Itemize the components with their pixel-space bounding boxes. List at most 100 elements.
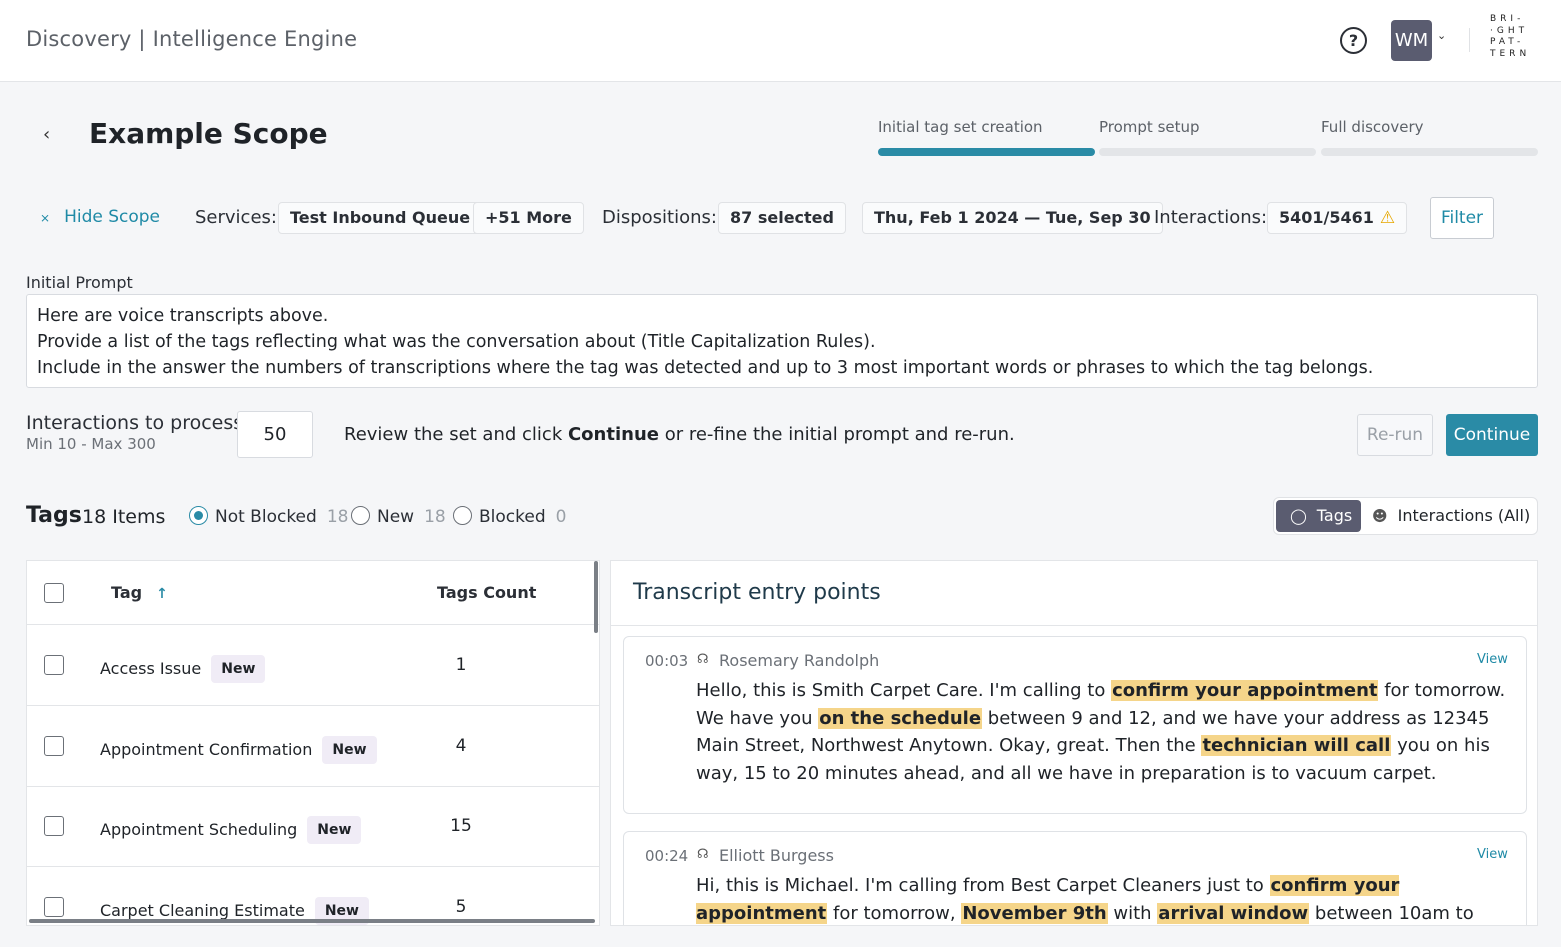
tag-label: Appointment Scheduling: [100, 820, 298, 839]
chevron-down-icon[interactable]: ⌄: [1437, 29, 1449, 43]
tag-name: Access Issue New: [100, 655, 266, 683]
filter-blocked-radio[interactable]: Blocked 0: [453, 506, 566, 527]
process-range-hint: Min 10 - Max 300: [26, 435, 156, 453]
prompt-textarea[interactable]: Here are voice transcripts above. Provid…: [26, 294, 1538, 388]
collapse-icon: ⨯: [40, 211, 51, 225]
row-checkbox[interactable]: [44, 655, 64, 675]
row-checkbox[interactable]: [44, 816, 64, 836]
step-bar: [1099, 148, 1316, 156]
tag-icon: ◯: [1290, 507, 1307, 525]
view-link[interactable]: View: [1477, 652, 1508, 667]
table-header: Tag ↑ Tags Count: [27, 561, 599, 625]
tag-label: Access Issue: [100, 659, 202, 678]
step-bar: [1321, 148, 1538, 156]
tag-count: 15: [450, 816, 472, 836]
view-toggle: ◯ Tags ☻ Interactions (All): [1273, 497, 1538, 535]
speaker-name: Rosemary Randolph: [719, 651, 880, 670]
date-range-chip[interactable]: Thu, Feb 1 2024 — Tue, Sep 30: [862, 202, 1163, 234]
headset-icon: ☊: [697, 847, 709, 862]
filter-count: 18: [424, 507, 446, 527]
rerun-button[interactable]: Re-run: [1357, 414, 1433, 456]
dispositions-label: Dispositions:: [602, 207, 717, 228]
prompt-label: Initial Prompt: [26, 273, 133, 292]
tag-label: Appointment Confirmation: [100, 740, 313, 759]
view-link[interactable]: View: [1477, 847, 1508, 862]
review-text-post: or re-fine the initial prompt and re-run…: [658, 424, 1015, 445]
entry-timestamp: 00:03: [645, 652, 689, 670]
step-full-discovery: Full discovery: [1321, 118, 1538, 156]
table-row[interactable]: Appointment Confirmation New 4: [27, 706, 599, 787]
highlighted-phrase: arrival window: [1157, 902, 1310, 924]
transcript-segment: with: [1107, 902, 1158, 924]
tags-view-button[interactable]: ◯ Tags: [1276, 500, 1361, 532]
tags-heading: Tags: [26, 503, 82, 528]
interactions-label: Interactions:: [1154, 207, 1268, 228]
review-text-pre: Review the set and click: [344, 424, 568, 445]
filter-button[interactable]: Filter: [1430, 197, 1494, 239]
step-prompt-setup: Prompt setup: [1099, 118, 1316, 156]
process-label: Interactions to process:: [26, 412, 250, 434]
horizontal-scrollbar[interactable]: [29, 919, 595, 923]
column-header-count[interactable]: Tags Count: [437, 583, 536, 602]
radio-icon: [189, 506, 208, 525]
tag-name: Appointment Confirmation New: [100, 736, 377, 764]
step-bar: [878, 148, 1095, 156]
interactions-view-button[interactable]: ☻ Interactions (All): [1372, 500, 1530, 532]
table-row[interactable]: Carpet Cleaning Estimate New 5: [27, 867, 599, 925]
vertical-scrollbar[interactable]: [594, 561, 598, 633]
entry-timestamp: 00:24: [645, 847, 689, 865]
filter-label: New: [377, 507, 415, 527]
tags-view-label: Tags: [1316, 506, 1353, 525]
filter-new-radio[interactable]: New 18: [351, 506, 446, 527]
speaker-name: Elliott Burgess: [719, 846, 834, 865]
transcript-segment: for tomorrow,: [827, 902, 962, 924]
transcript-segment: Hi, this is Michael. I'm calling from Be…: [696, 875, 1270, 896]
step-label: Initial tag set creation: [878, 118, 1043, 136]
services-label: Services:: [195, 207, 277, 228]
back-icon[interactable]: ‹: [43, 124, 59, 146]
prompt-line: Provide a list of the tags reflecting wh…: [37, 332, 876, 352]
continue-button[interactable]: Continue: [1446, 414, 1538, 456]
hide-scope-label: Hide Scope: [64, 207, 161, 227]
interactions-count-input[interactable]: 50: [237, 411, 313, 458]
tag-count: 5: [455, 897, 467, 917]
transcript-entry: 00:24 ☊ Elliott Burgess View Hi, this is…: [623, 831, 1527, 925]
prompt-line: Include in the answer the numbers of tra…: [37, 358, 1374, 378]
interactions-view-label: Interactions (All): [1397, 506, 1531, 525]
transcript-panel: Transcript entry points 00:03 ☊ Rosemary…: [610, 560, 1538, 926]
column-header-tag[interactable]: Tag ↑: [111, 583, 168, 602]
table-row[interactable]: Access Issue New 1: [27, 625, 599, 706]
select-all-checkbox[interactable]: [44, 583, 64, 603]
top-bar: Discovery | Intelligence Engine ? WM ⌄ B…: [0, 0, 1561, 82]
divider: [611, 625, 1537, 626]
dispositions-chip[interactable]: 87 selected: [718, 202, 846, 234]
app-title: Discovery | Intelligence Engine: [26, 27, 358, 51]
filter-not-blocked-radio[interactable]: Not Blocked 18: [189, 506, 348, 527]
help-icon[interactable]: ?: [1340, 27, 1367, 54]
page-title: Example Scope: [89, 117, 328, 150]
interactions-value: 5401/5461: [1279, 208, 1374, 227]
row-checkbox[interactable]: [44, 897, 64, 917]
tags-table: Tag ↑ Tags Count Access Issue New 1 Appoin…: [26, 560, 600, 926]
user-avatar[interactable]: WM: [1391, 20, 1432, 61]
step-label: Prompt setup: [1099, 118, 1200, 136]
review-instructions: Review the set and click Continue or re-…: [344, 424, 1015, 445]
filter-count: 18: [326, 507, 349, 527]
filter-label: Blocked: [479, 507, 546, 527]
divider: [1469, 28, 1470, 52]
interactions-chip[interactable]: 5401/5461 ⚠: [1267, 202, 1408, 234]
services-more-chip[interactable]: +51 More: [473, 202, 584, 234]
tags-items-count: 18 Items: [82, 506, 166, 528]
tag-label: Carpet Cleaning Estimate: [100, 901, 305, 920]
services-chip[interactable]: Test Inbound Queue: [278, 202, 483, 234]
hide-scope-button[interactable]: ⨯ Hide Scope: [40, 207, 160, 227]
step-initial-tag-set: Initial tag set creation: [878, 118, 1095, 156]
warning-icon: ⚠: [1379, 208, 1396, 228]
filter-label: Not Blocked: [215, 507, 317, 527]
review-text-bold: Continue: [567, 424, 659, 445]
table-row[interactable]: Appointment Scheduling New 15: [27, 786, 599, 867]
new-badge: New: [322, 736, 377, 764]
row-checkbox[interactable]: [44, 736, 64, 756]
radio-icon: [351, 506, 370, 525]
brand-logo: BRI- ·GHT PAT- TERN: [1490, 14, 1531, 59]
